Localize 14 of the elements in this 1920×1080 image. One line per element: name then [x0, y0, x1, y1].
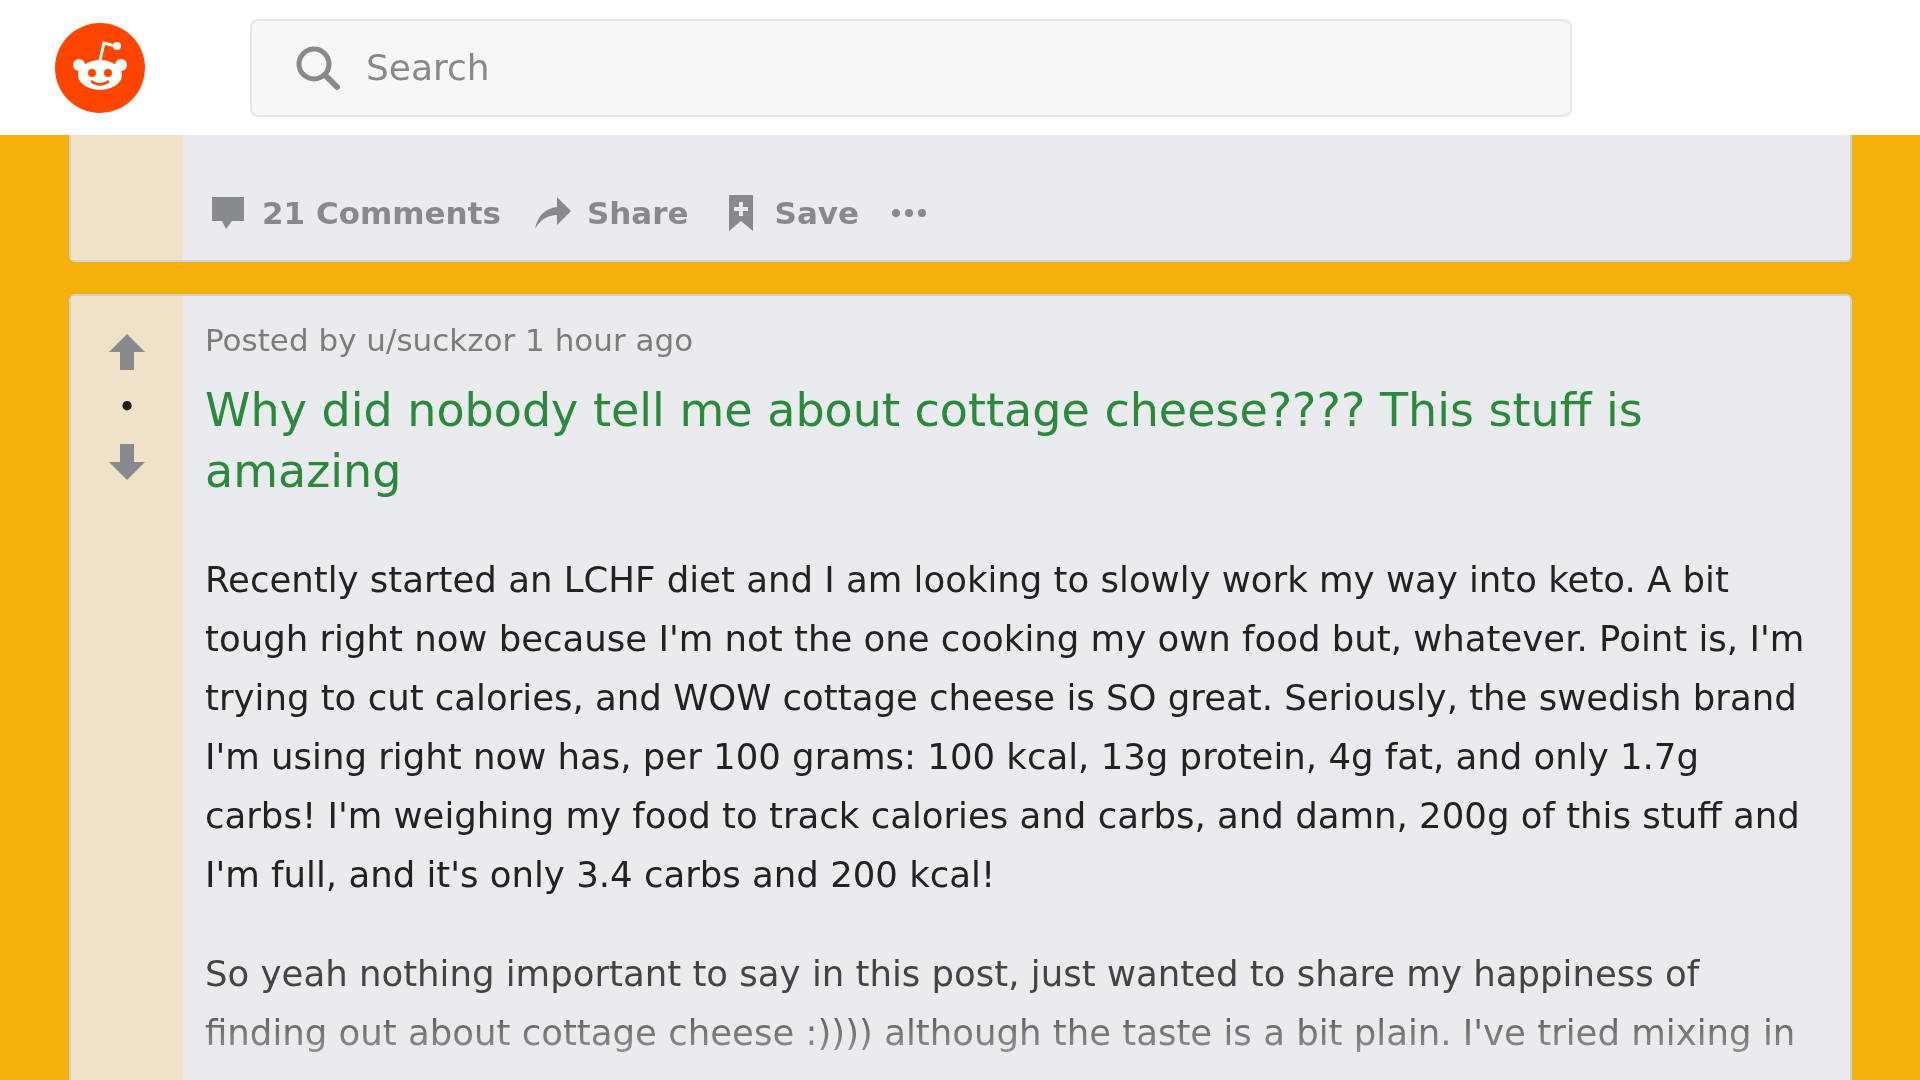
- alien-logo-icon[interactable]: [55, 22, 145, 113]
- upvote-arrow-icon[interactable]: [107, 332, 147, 372]
- comments-button[interactable]: 21 Comments: [208, 193, 501, 233]
- ellipsis-icon: [891, 208, 928, 218]
- post-title[interactable]: Why did nobody tell me about cottage cheese???? This stuff is amazing: [205, 380, 1810, 502]
- save-button[interactable]: Save: [720, 193, 860, 233]
- post-byline: Posted by u/suckzor 1 hour ago: [205, 322, 695, 358]
- post-paragraph: Recently started an LCHF diet and I am looking to slowly work my way into keto. A bit tough right now because I'm not the one cooking my own food but, whatever. Point is, I'm trying to cut calories, and WOW cottage cheese is SO great. Seriously, the swedish brand I'm using right now has, per 100 grams: 100 kcal, 13g protein, 4g fat, and only 1.7g carbs! I'm weighing my food to track calories and carbs, and damn, 200g of this stuff and I'm full, and it's only 3.4 carbs and 200 kcal!: [205, 558, 1806, 897]
- post-paragraph: So yeah nothing important to say in this post, just wanted to share my happiness of finding out about cottage cheese :)))) although the taste is a bit plain. I've tried mixing in: [205, 952, 1797, 1055]
- share-button[interactable]: Share: [532, 193, 689, 233]
- more-options-button[interactable]: [891, 208, 928, 218]
- vote-score: •: [118, 391, 136, 424]
- search-field[interactable]: Search: [250, 18, 1572, 117]
- downvote-arrow-icon[interactable]: [107, 442, 147, 482]
